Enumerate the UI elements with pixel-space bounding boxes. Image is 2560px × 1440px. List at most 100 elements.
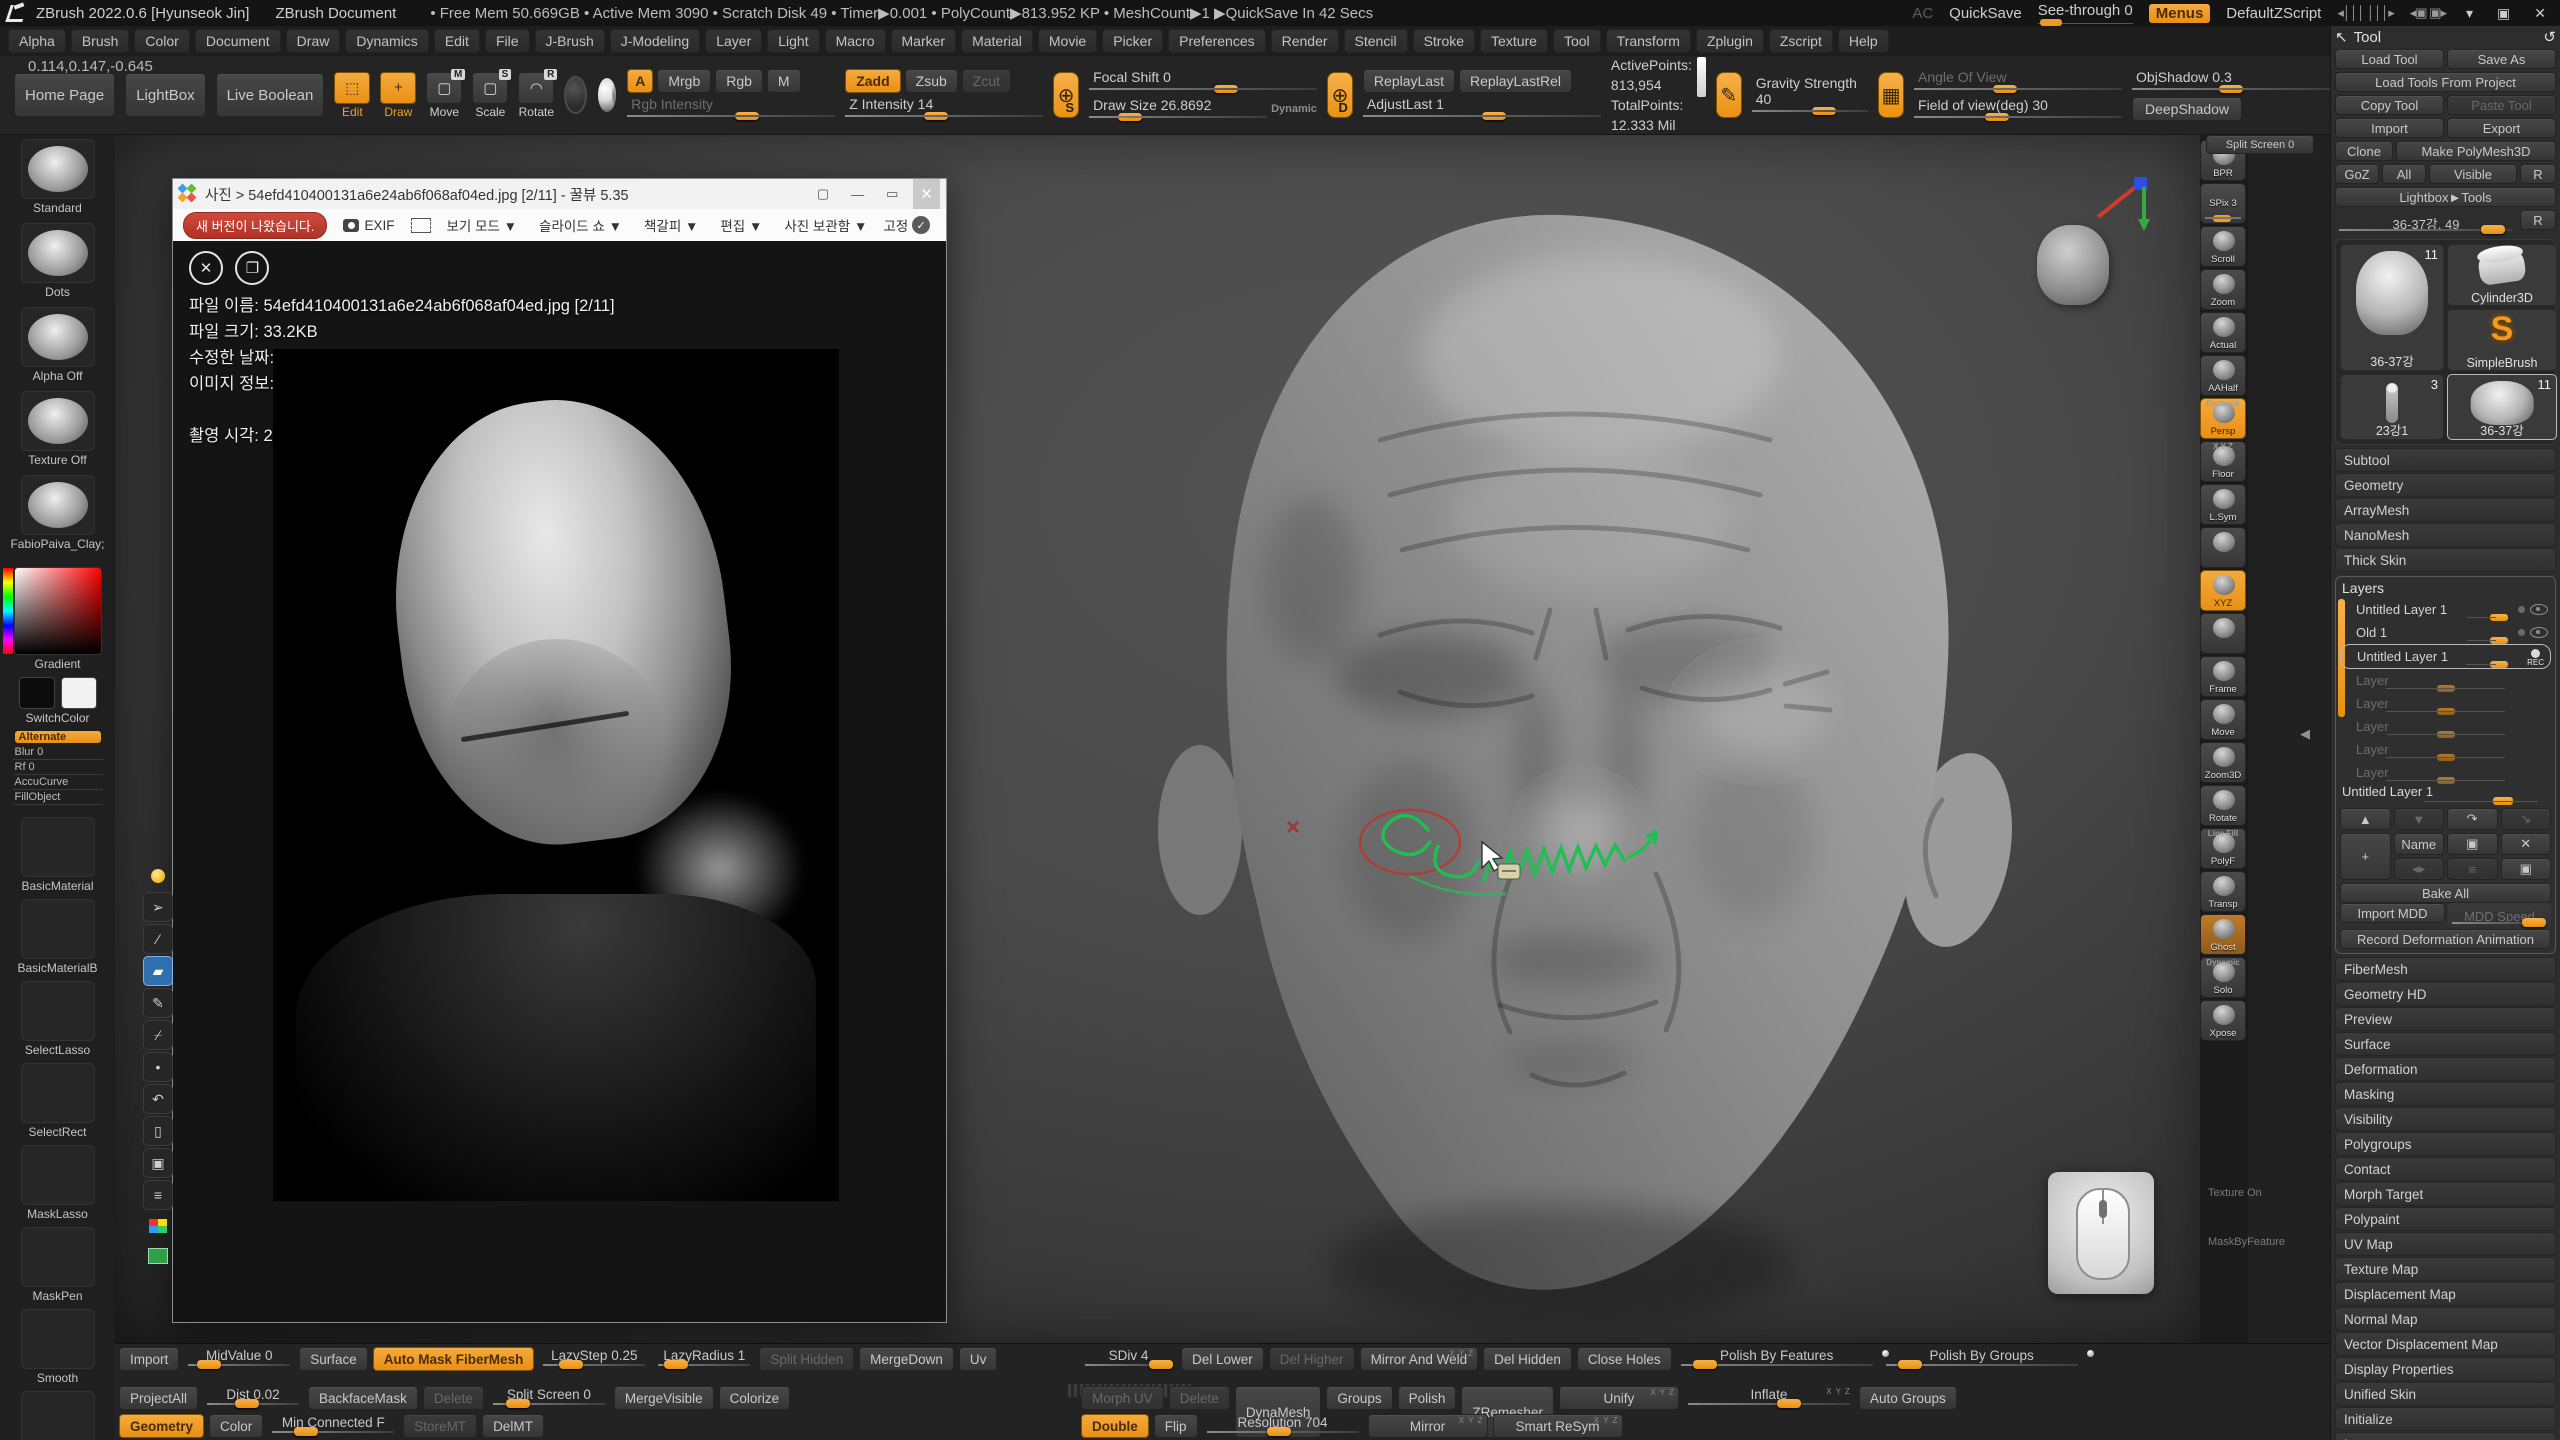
palette-section[interactable]: Displacement Map: [2335, 1282, 2556, 1306]
honeyview-window[interactable]: 사진 > 54efd410400131a6e24ab6f068af04ed.jp…: [172, 178, 947, 1323]
export-button[interactable]: Export: [2447, 118, 2556, 138]
undo-icon[interactable]: ↶: [143, 1084, 173, 1114]
palette-section[interactable]: Morph Target: [2335, 1182, 2556, 1206]
layer-split-button[interactable]: ◂▸: [2394, 858, 2445, 880]
layer-redo-button[interactable]: ↷: [2447, 808, 2498, 830]
copy-tool-button[interactable]: Copy Tool: [2335, 95, 2444, 115]
bottom-button[interactable]: Split Hidden: [759, 1347, 854, 1371]
layer-dot[interactable]: [2518, 629, 2525, 636]
exif-button[interactable]: EXIF: [343, 218, 394, 233]
stroke-size-icon[interactable]: ⊕S: [1053, 72, 1079, 118]
strip-button[interactable]: Xpose: [2200, 1000, 2246, 1041]
rotate-mode-button[interactable]: ◠R Rotate: [518, 72, 554, 119]
menu-item[interactable]: Edit: [434, 29, 480, 53]
hue-strip[interactable]: [3, 568, 13, 654]
layer-row[interactable]: Layer REC: [2340, 738, 2551, 761]
obj-shadow-slider[interactable]: ObjShadow 0.3: [2132, 69, 2330, 94]
palette-section[interactable]: Normal Map: [2335, 1307, 2556, 1331]
load-tool-button[interactable]: Load Tool: [2335, 49, 2444, 69]
rgb-button[interactable]: Rgb: [715, 69, 763, 93]
draw-mode-button[interactable]: + Draw: [380, 72, 416, 119]
tray-item[interactable]: Dots: [10, 223, 104, 299]
palette-section[interactable]: Polygroups: [2335, 1132, 2556, 1156]
layer-row[interactable]: Layer REC: [2340, 692, 2551, 715]
layer-forward-button[interactable]: ↘: [2501, 808, 2552, 830]
color-picker-gradient[interactable]: [14, 567, 102, 655]
palette-reset-icon[interactable]: ↺: [2543, 28, 2556, 46]
menu-item[interactable]: Marker: [891, 29, 957, 53]
menu-item[interactable]: Color: [134, 29, 189, 53]
texture-toggle-label[interactable]: Texture On: [2208, 1187, 2328, 1199]
layer-new-button[interactable]: +: [2340, 833, 2391, 880]
strip-button[interactable]: AAHalf: [2200, 355, 2246, 396]
strip-button[interactable]: L.Sym: [2200, 484, 2246, 525]
bottom-button[interactable]: DelMT: [482, 1414, 544, 1438]
tray-mini-slider[interactable]: Blur 0: [13, 745, 103, 760]
move-mode-button[interactable]: ▢M Move: [426, 72, 462, 119]
home-page-button[interactable]: Home Page: [14, 73, 115, 117]
current-tool-thumbnail[interactable]: 11 36-37강: [2340, 244, 2444, 371]
palette-section[interactable]: ArrayMesh: [2335, 498, 2556, 522]
ruler-tool-icon[interactable]: ⌿: [143, 1020, 173, 1050]
window-layout-icon[interactable]: ◂▣ ▣▸: [2410, 5, 2446, 21]
strip-button[interactable]: Dynamic Solo: [2200, 957, 2246, 998]
save-as-button[interactable]: Save As: [2447, 49, 2556, 69]
bottom-button[interactable]: BackfaceMask: [308, 1386, 418, 1410]
mask-by-feature-label[interactable]: MaskByFeature: [2208, 1236, 2328, 1248]
tray-item[interactable]: BasicMaterialB: [17, 899, 97, 975]
palette-section[interactable]: UV Map: [2335, 1232, 2556, 1256]
window-close-button[interactable]: ✕: [2530, 5, 2550, 22]
zadd-button[interactable]: Zadd: [845, 69, 900, 93]
layer-row[interactable]: Untitled Layer 1 REC: [2340, 644, 2551, 669]
bottom-button[interactable]: MirrorX Y Z: [1368, 1414, 1488, 1438]
copy-overlay-button[interactable]: ❐: [235, 251, 269, 285]
layers-section-title[interactable]: Layers: [2342, 580, 2551, 596]
paste-tool-button[interactable]: Paste Tool: [2447, 95, 2556, 115]
goz-r-button[interactable]: R: [2520, 164, 2556, 184]
sculpt-head-model[interactable]: [1080, 190, 2060, 1340]
goz-visible-button[interactable]: Visible: [2429, 164, 2517, 184]
layer-down-button[interactable]: ▼: [2394, 808, 2445, 830]
palette-section[interactable]: Geometry: [2335, 473, 2556, 497]
bottom-button[interactable]: Del Hidden: [1483, 1347, 1572, 1371]
palette-section[interactable]: Vector Displacement Map: [2335, 1332, 2556, 1356]
menu-item[interactable]: Zscript: [1769, 29, 1833, 53]
honeyview-title-bar[interactable]: 사진 > 54efd410400131a6e24ab6f068af04ed.jp…: [173, 179, 946, 209]
draw-size-icon[interactable]: ⊕D: [1327, 72, 1353, 118]
selected-tool-thumbnail[interactable]: 11 36-37강: [2447, 374, 2557, 440]
tray-mini-slider[interactable]: AccuCurve: [13, 775, 103, 790]
bottom-button[interactable]: LazyRadius 1: [654, 1347, 754, 1371]
palette-section[interactable]: Unified Skin: [2335, 1382, 2556, 1406]
panel-toggle-arrow[interactable]: ◀: [2300, 726, 2310, 742]
ac-toggle[interactable]: AC: [1912, 5, 1933, 22]
quicksave-button[interactable]: QuickSave: [1949, 5, 2022, 22]
tray-mini-slider[interactable]: FillObject: [13, 790, 103, 805]
menu-item[interactable]: Stencil: [1344, 29, 1408, 53]
tray-item[interactable]: MaskPen: [17, 1227, 97, 1303]
window-minimize-button[interactable]: ▾: [2462, 5, 2477, 22]
tablet-pressure-icon[interactable]: ◂│││ │││▸: [2337, 5, 2393, 21]
bottom-button[interactable]: LazyStep 0.25: [539, 1347, 649, 1371]
clone-button[interactable]: Clone: [2335, 141, 2393, 161]
palette-section[interactable]: Preview: [2335, 1007, 2556, 1031]
menu-item[interactable]: File: [485, 29, 530, 53]
layer-row[interactable]: Layer REC: [2340, 715, 2551, 738]
palette-section[interactable]: Masking: [2335, 1082, 2556, 1106]
tray-item[interactable]: Smooth: [17, 1309, 97, 1385]
bottom-button[interactable]: Del Lower: [1181, 1347, 1264, 1371]
strip-button[interactable]: Ghost: [2200, 914, 2246, 955]
cylinder3d-tool[interactable]: Cylinder3D: [2447, 244, 2557, 306]
tray-item[interactable]: SmoothValleys: [17, 1391, 97, 1440]
layer-invert-button[interactable]: ▣: [2501, 858, 2552, 880]
viewer-menu-item[interactable]: 슬라이드 쇼 ▼: [539, 215, 622, 235]
m-button[interactable]: M: [767, 69, 801, 93]
dot-tool-icon[interactable]: •: [143, 1052, 173, 1082]
points-scrollbar[interactable]: [1697, 57, 1706, 97]
menu-item[interactable]: Document: [195, 29, 281, 53]
bottom-button[interactable]: ProjectAll: [119, 1386, 198, 1410]
menu-item[interactable]: Layer: [705, 29, 762, 53]
layer-row[interactable]: Layer REC: [2340, 669, 2551, 692]
menu-item[interactable]: Macro: [825, 29, 886, 53]
edit-mode-button[interactable]: ⬚ Edit: [334, 72, 370, 119]
tool-index-slider[interactable]: 36-37강. 49: [2335, 210, 2517, 236]
